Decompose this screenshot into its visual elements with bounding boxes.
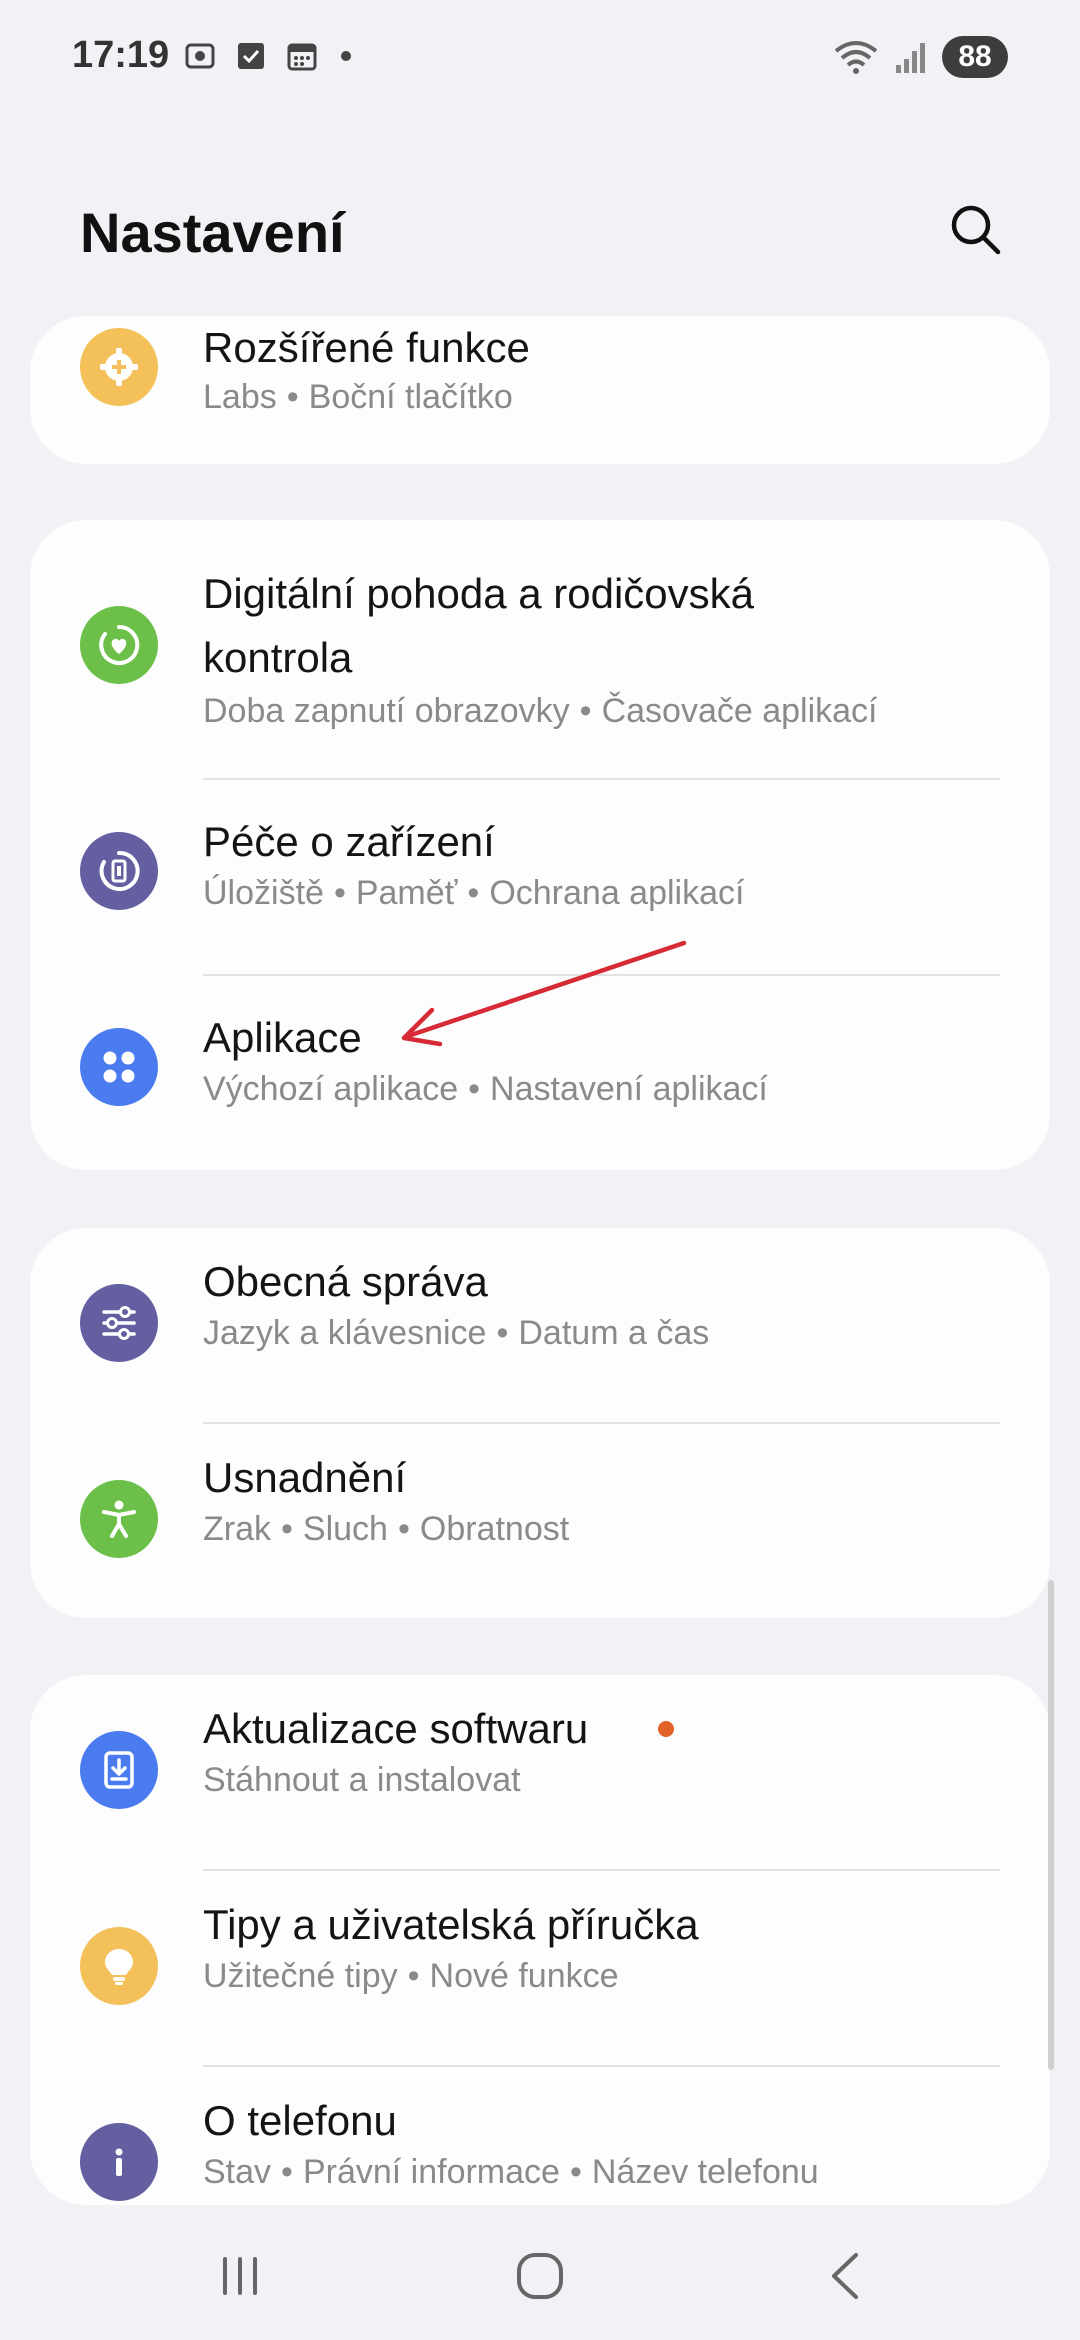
accessibility-icon <box>80 1480 158 1558</box>
settings-item-digital-wellbeing[interactable]: Digitální pohoda a rodičovská kontrola D… <box>30 520 1050 780</box>
item-subtitle: Jazyk a klávesnice • Datum a čas <box>203 1314 710 1352</box>
item-subtitle: Stav • Právní informace • Název telefonu <box>203 2153 819 2191</box>
heart-circle-icon <box>80 606 158 684</box>
item-subtitle: Stáhnout a instalovat <box>203 1761 521 1799</box>
settings-item-accessibility[interactable]: Usnadnění Zrak • Sluch • Obratnost <box>30 1424 1050 1618</box>
lightbulb-icon <box>80 1927 158 2005</box>
calendar-icon <box>287 43 317 71</box>
search-icon <box>951 205 1001 255</box>
more-notifications-icon <box>341 51 351 61</box>
settings-header: Nastavení <box>0 180 1080 280</box>
settings-item-device-care[interactable]: Péče o zařízení Úložiště • Paměť • Ochrana a… <box>30 780 1050 976</box>
sliders-icon <box>80 1284 158 1362</box>
settings-item-about-phone[interactable]: O telefonu Stav • Právní informace • Název t… <box>30 2067 1050 2205</box>
checkbox-icon <box>238 43 264 69</box>
settings-group-advanced: Rozšířené funkce Labs • Boční tlačítko <box>30 316 1050 464</box>
settings-group-device: Digitální pohoda a rodičovská kontrola D… <box>30 520 1050 1170</box>
update-badge <box>658 1721 674 1737</box>
back-button[interactable] <box>805 2246 885 2306</box>
scrollbar[interactable] <box>1048 1580 1054 2070</box>
item-subtitle: Zrak • Sluch • Obratnost <box>203 1510 570 1548</box>
item-title: Tipy a uživatelská příručka <box>203 1901 699 1948</box>
gear-plus-icon <box>80 328 158 406</box>
search-button[interactable] <box>940 194 1010 264</box>
settings-group-support: Aktualizace softwaru Stáhnout a instalov… <box>30 1675 1050 2205</box>
settings-item-advanced-features[interactable]: Rozšířené funkce Labs • Boční tlačítko <box>30 316 1050 464</box>
settings-group-system: Obecná správa Jazyk a klávesnice • Datum a… <box>30 1228 1050 1618</box>
page-title: Nastavení <box>80 201 345 264</box>
item-subtitle: Užitečné tipy • Nové funkce <box>203 1957 619 1995</box>
back-icon <box>832 2253 858 2299</box>
recent-apps-icon <box>223 2257 257 2295</box>
item-title: Péče o zařízení <box>203 818 495 865</box>
status-bar: 17:19 88 <box>0 0 1080 120</box>
item-subtitle: Doba zapnutí obrazovky • Časovače aplikací <box>203 692 878 730</box>
item-subtitle: Úložiště • Paměť • Ochrana aplikací <box>203 874 745 912</box>
settings-item-tips[interactable]: Tipy a uživatelská příručka Užitečné tip… <box>30 1871 1050 2067</box>
notification-icons <box>182 38 356 74</box>
download-icon <box>80 1731 158 1809</box>
settings-item-general-management[interactable]: Obecná správa Jazyk a klávesnice • Datum a… <box>30 1228 1050 1424</box>
item-title-line-1: Digitální pohoda a rodičovská <box>203 570 755 617</box>
item-subtitle: Výchozí aplikace • Nastavení aplikací <box>203 1070 768 1108</box>
item-subtitle: Labs • Boční tlačítko <box>203 378 513 416</box>
home-icon <box>517 2253 563 2299</box>
settings-item-software-update[interactable]: Aktualizace softwaru Stáhnout a instalov… <box>30 1675 1050 1871</box>
device-care-icon <box>80 832 158 910</box>
navigation-bar <box>0 2210 1080 2340</box>
signal-icon <box>896 43 925 73</box>
item-title: Obecná správa <box>203 1258 488 1305</box>
item-title: Aktualizace softwaru <box>203 1705 589 1752</box>
info-icon <box>80 2123 158 2201</box>
item-title: Rozšířené funkce <box>203 324 530 371</box>
settings-item-apps[interactable]: Aplikace Výchozí aplikace • Nastavení apli… <box>30 976 1050 1170</box>
home-button[interactable] <box>500 2246 580 2306</box>
apps-grid-icon <box>80 1028 158 1106</box>
item-title: Usnadnění <box>203 1454 407 1501</box>
screenshot-icon <box>185 43 215 69</box>
status-time: 17:19 <box>72 34 170 76</box>
recent-apps-button[interactable] <box>200 2246 280 2306</box>
item-title-line-2: kontrola <box>203 634 353 681</box>
item-title: O telefonu <box>203 2097 397 2144</box>
battery-level: 88 <box>942 36 1008 78</box>
system-icons: 88 <box>832 36 1008 78</box>
wifi-icon <box>834 41 878 74</box>
item-title: Aplikace <box>203 1014 362 1061</box>
